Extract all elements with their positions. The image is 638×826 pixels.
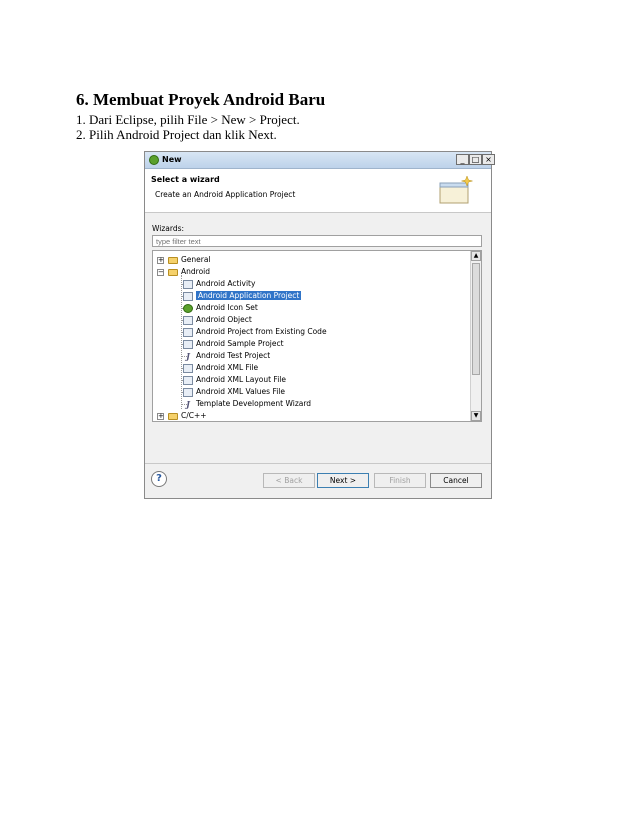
scroll-down-arrow-icon[interactable]: ▼ xyxy=(471,411,481,421)
dialog-titlebar[interactable]: New _ □ × xyxy=(145,152,495,169)
wizard-tree: + General − Android Android Activity Andro… xyxy=(152,250,482,422)
tree-item-android-test-project[interactable]: J Android Test Project xyxy=(183,350,270,361)
scroll-thumb[interactable] xyxy=(472,263,480,375)
tree-item-label: Android Icon Set xyxy=(196,303,258,312)
tree-item-label: General xyxy=(181,255,211,264)
xml-file-icon xyxy=(183,375,193,385)
xml-file-icon xyxy=(183,363,193,373)
filter-input[interactable] xyxy=(152,235,482,247)
android-icon-set-icon xyxy=(183,303,193,313)
tree-item-android-xml-layout-file[interactable]: Android XML Layout File xyxy=(183,374,286,385)
expand-icon[interactable]: + xyxy=(157,256,164,264)
close-button[interactable]: × xyxy=(482,154,495,165)
wizard-banner-icon xyxy=(439,175,473,204)
tree-scrollbar[interactable]: ▲ ▼ xyxy=(470,251,481,421)
minimize-button[interactable]: _ xyxy=(456,154,469,165)
tree-item-label: Android XML Values File xyxy=(196,387,285,396)
wizard-header-subtitle: Create an Android Application Project xyxy=(155,190,296,199)
new-wizard-dialog: New _ □ × Select a wizard Create an Andr… xyxy=(144,151,495,499)
android-file-icon xyxy=(183,279,193,289)
cancel-button[interactable]: Cancel xyxy=(430,473,482,488)
tree-item-android-xml-values-file[interactable]: Android XML Values File xyxy=(183,386,285,397)
android-project-icon xyxy=(183,291,193,301)
wizard-header-panel: Select a wizard Create an Android Applic… xyxy=(145,169,491,213)
tree-item-android-object[interactable]: Android Object xyxy=(183,314,252,325)
finish-button[interactable]: Finish xyxy=(374,473,426,488)
button-bar-separator xyxy=(145,463,491,464)
tree-item-label-selected: Android Application Project xyxy=(196,291,302,300)
tree-item-cpp[interactable]: + C/C++ xyxy=(157,410,207,421)
tree-item-label: Template Development Wizard xyxy=(196,399,312,408)
tree-item-android-sample-project[interactable]: Android Sample Project xyxy=(183,338,284,349)
folder-icon xyxy=(168,256,178,264)
tree-item-label: Android Object xyxy=(196,315,252,324)
tree-item-label: Android XML Layout File xyxy=(196,375,286,384)
tree-item-android-application-project[interactable]: Android Application Project xyxy=(183,290,302,301)
wizard-header-title: Select a wizard xyxy=(151,175,220,184)
android-object-icon xyxy=(183,315,193,325)
tree-item-label: Android Sample Project xyxy=(196,339,284,348)
tree-item-android-activity[interactable]: Android Activity xyxy=(183,278,255,289)
eclipse-icon xyxy=(149,155,159,165)
expand-icon[interactable]: + xyxy=(157,412,164,420)
collapse-icon[interactable]: − xyxy=(157,268,164,276)
tree-item-template-development-wizard[interactable]: J Template Development Wizard xyxy=(183,398,311,409)
tree-item-label: Android Test Project xyxy=(196,351,271,360)
junit-icon: J xyxy=(186,398,190,409)
tree-item-android[interactable]: − Android xyxy=(157,266,210,277)
folder-open-icon xyxy=(168,268,178,276)
next-button[interactable]: Next > xyxy=(317,473,369,488)
tree-item-android-project-existing-code[interactable]: Android Project from Existing Code xyxy=(183,326,327,337)
tree-item-android-xml-file[interactable]: Android XML File xyxy=(183,362,258,373)
back-button[interactable]: < Back xyxy=(263,473,315,488)
junit-icon: J xyxy=(186,350,190,361)
page-heading: 6. Membuat Proyek Android Baru xyxy=(76,90,326,109)
android-project-icon xyxy=(183,339,193,349)
android-project-icon xyxy=(183,327,193,337)
tree-item-general[interactable]: + General xyxy=(157,254,211,265)
xml-file-icon xyxy=(183,387,193,397)
tree-item-label: Android Project from Existing Code xyxy=(196,327,327,336)
tree-item-label: Android Activity xyxy=(196,279,256,288)
tree-item-label: Android xyxy=(181,267,210,276)
tree-item-android-icon-set[interactable]: Android Icon Set xyxy=(183,302,258,313)
help-button[interactable]: ? xyxy=(151,471,167,487)
wizards-label: Wizards: xyxy=(152,224,185,233)
scroll-up-arrow-icon[interactable]: ▲ xyxy=(471,251,481,261)
folder-icon xyxy=(168,412,178,420)
tree-item-label: C/C++ xyxy=(181,411,207,420)
maximize-button[interactable]: □ xyxy=(469,154,482,165)
dialog-title: New xyxy=(162,155,182,164)
step-1-text: 1. Dari Eclipse, pilih File > New > Proj… xyxy=(76,112,300,127)
tree-item-label: Android XML File xyxy=(196,363,259,372)
step-2-text: 2. Pilih Android Project dan klik Next. xyxy=(76,127,277,142)
